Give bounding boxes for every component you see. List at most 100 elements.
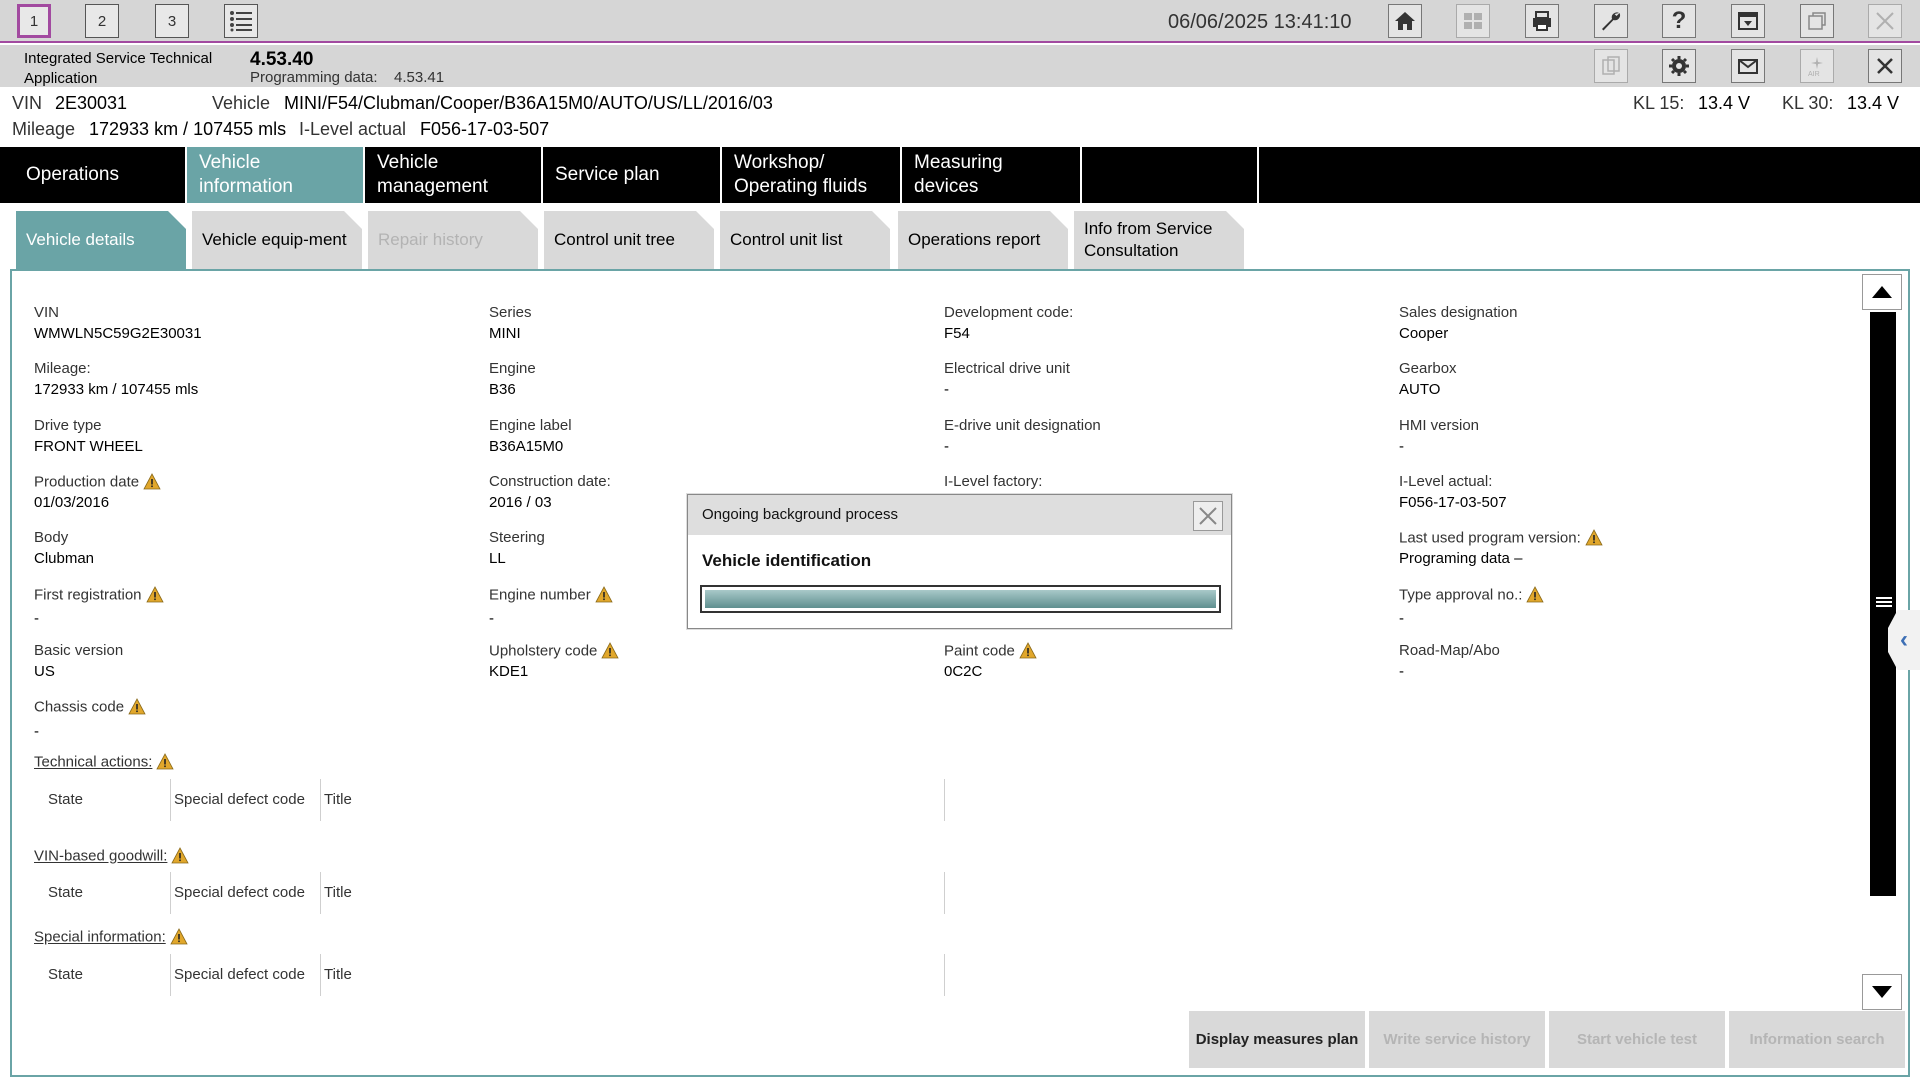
arrow-down-icon	[1872, 986, 1892, 998]
close-icon	[1877, 58, 1893, 74]
app-close-button[interactable]	[1868, 49, 1902, 83]
side-panel-toggle[interactable]: ‹	[1888, 610, 1920, 670]
app-header: Integrated Service Technical Application…	[0, 45, 1920, 87]
warning-icon	[170, 927, 188, 944]
main-navigation: Operations Vehicle information Vehicle m…	[0, 147, 1920, 203]
tab-info-service-consultation[interactable]: Info from Service Consultation	[1074, 211, 1244, 269]
special-information-title[interactable]: Special information:	[34, 929, 166, 946]
special-info-header-state: State	[48, 966, 84, 983]
warning-icon	[1585, 528, 1603, 545]
dropdown-menu-button[interactable]	[1731, 4, 1765, 38]
app-version: 4.53.40	[250, 49, 314, 70]
question-icon: ?	[1671, 7, 1687, 34]
field-value-vin: WMWLN5C59G2E30031	[34, 325, 202, 342]
field-label-ilevel-factory: I-Level factory:	[944, 473, 1043, 490]
warning-icon	[128, 697, 146, 714]
screens-button[interactable]	[1456, 4, 1490, 38]
nav-operations[interactable]: Operations	[0, 147, 187, 203]
field-label-paint-code-text: Paint code	[944, 642, 1015, 660]
technical-actions-title[interactable]: Technical actions:	[34, 754, 152, 771]
settings-button[interactable]	[1662, 49, 1696, 83]
field-label-vin: VIN	[34, 304, 60, 321]
message-button[interactable]	[1731, 49, 1765, 83]
tab-vehicle-details[interactable]: Vehicle details	[16, 211, 186, 269]
field-label-type-approval: Type approval no.:	[1399, 585, 1545, 604]
copy-button[interactable]	[1594, 49, 1628, 83]
nav-vehicle-information[interactable]: Vehicle information	[187, 147, 365, 203]
help-button[interactable]: ?	[1662, 4, 1696, 38]
nav-measuring-devices[interactable]: Measuring devices	[902, 147, 1082, 203]
window-restore-button[interactable]	[1800, 4, 1834, 38]
dialog-title: Ongoing background process	[688, 495, 1231, 535]
field-label-last-used-program-version: Last used program version:	[1399, 528, 1603, 547]
write-service-history-button[interactable]: Write service history	[1369, 1011, 1545, 1068]
field-label-mileage: Mileage:	[34, 360, 91, 377]
field-label-production-date-text: Production date	[34, 473, 140, 491]
kl30-value: 13.4 V	[1847, 93, 1900, 113]
field-value-mileage: 172933 km / 107455 mls	[34, 381, 199, 398]
window-tab-2[interactable]: 2	[85, 4, 119, 38]
field-label-sales-designation: Sales designation	[1399, 304, 1518, 321]
field-label-gearbox: Gearbox	[1399, 360, 1457, 377]
home-icon	[1395, 12, 1415, 30]
window-tab-3[interactable]: 3	[155, 4, 189, 38]
svg-text:AIR: AIR	[1808, 71, 1820, 78]
technical-actions-link[interactable]: Technical actions:	[34, 752, 175, 771]
scrollbar-grip-icon[interactable]	[1876, 594, 1892, 610]
nav-empty	[1082, 147, 1259, 203]
start-vehicle-test-button[interactable]: Start vehicle test	[1549, 1011, 1725, 1068]
vehicle-value: MINI/F54/Clubman/Cooper/B36A15M0/AUTO/US…	[284, 93, 773, 113]
field-value-body: Clubman	[34, 550, 95, 567]
field-value-development-code: F54	[944, 325, 970, 342]
field-label-first-registration-text: First registration	[34, 586, 142, 604]
warning-icon	[143, 472, 161, 489]
scroll-down-button[interactable]	[1862, 974, 1902, 1010]
field-label-steering: Steering	[489, 529, 545, 546]
field-value-engine-number: -	[489, 610, 494, 627]
tab-control-unit-list[interactable]: Control unit list	[720, 211, 890, 269]
air-button[interactable]: AIR	[1800, 49, 1834, 83]
field-label-engine-label: Engine label	[489, 417, 572, 434]
warning-icon	[601, 641, 620, 658]
technical-actions-header-title: Title	[324, 791, 352, 808]
dialog-close-button[interactable]	[1193, 501, 1223, 531]
tab-control-unit-tree[interactable]: Control unit tree	[544, 211, 714, 269]
field-label-upholstery-code: Upholstery code	[489, 641, 620, 660]
vin-based-goodwill-title[interactable]: VIN-based goodwill:	[34, 848, 167, 865]
special-info-header-special-defect-code: Special defect code	[174, 966, 305, 983]
column-divider	[944, 779, 945, 821]
copy-document-icon	[1602, 56, 1620, 75]
field-label-type-approval-text: Type approval no.:	[1399, 586, 1523, 604]
window-close-button[interactable]	[1868, 4, 1902, 38]
field-label-electrical-drive-unit: Electrical drive unit	[944, 360, 1070, 377]
vin-based-goodwill-link[interactable]: VIN-based goodwill:	[34, 846, 190, 865]
scroll-up-button[interactable]	[1862, 274, 1902, 310]
field-label-chassis-code: Chassis code	[34, 697, 146, 716]
warning-icon	[156, 752, 175, 769]
display-measures-plan-button[interactable]: Display measures plan	[1189, 1011, 1365, 1068]
tab-vehicle-equipment[interactable]: Vehicle equip-ment	[192, 211, 362, 269]
tools-button[interactable]	[1594, 4, 1628, 38]
special-information-link[interactable]: Special information:	[34, 927, 188, 946]
vehicle-details-panel: VIN WMWLN5C59G2E30031 Mileage: 172933 km…	[10, 269, 1910, 1077]
field-value-hmi-version: -	[1399, 438, 1404, 455]
print-button[interactable]	[1525, 4, 1559, 38]
window-tab-1[interactable]: 1	[17, 4, 51, 38]
nav-service-plan[interactable]: Service plan	[543, 147, 722, 203]
list-view-button[interactable]	[224, 4, 258, 38]
tab-operations-report[interactable]: Operations report	[898, 211, 1068, 269]
field-value-upholstery-code: KDE1	[489, 663, 529, 680]
nav-workshop-operating-fluids[interactable]: Workshop/ Operating fluids	[722, 147, 902, 203]
tab-repair-history[interactable]: Repair history	[368, 211, 538, 269]
home-button[interactable]	[1388, 4, 1422, 38]
field-label-first-registration: First registration	[34, 585, 164, 604]
field-value-gearbox: AUTO	[1399, 381, 1441, 398]
warning-icon	[1019, 641, 1037, 658]
close-icon	[1876, 12, 1894, 30]
field-value-paint-code: 0C2C	[944, 663, 983, 680]
window-restore-icon	[1808, 12, 1826, 30]
kl15-value: 13.4 V	[1698, 93, 1751, 113]
progress-bar	[700, 585, 1221, 613]
information-search-button[interactable]: Information search	[1729, 1011, 1905, 1068]
nav-vehicle-management[interactable]: Vehicle management	[365, 147, 543, 203]
